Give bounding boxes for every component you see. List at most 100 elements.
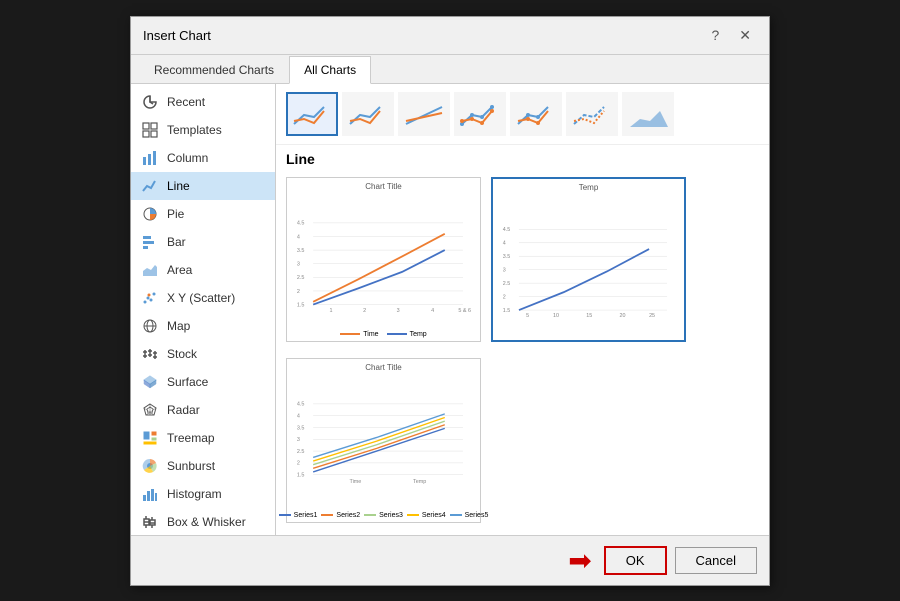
chart-preview-2[interactable]: Temp 4.5 4 3.5 3 2.5 2 1.5 [491, 177, 686, 342]
svg-text:15: 15 [586, 313, 592, 319]
svg-text:2: 2 [297, 460, 300, 466]
chart3-title: Chart Title [287, 359, 480, 374]
chart3-legend: Series1 Series2 Series3 Series4 Series5 [287, 510, 480, 522]
title-bar-controls: ? ✕ [705, 25, 757, 46]
bar-icon [141, 233, 159, 251]
sidebar-label-map: Map [167, 319, 190, 333]
sidebar-item-sunburst[interactable]: Sunburst [131, 452, 275, 480]
svg-text:5: 5 [526, 313, 529, 319]
svg-text:4: 4 [431, 307, 434, 313]
sidebar-label-recent: Recent [167, 95, 205, 109]
dialog-title-area: Insert Chart [143, 28, 211, 43]
dialog-title: Insert Chart [143, 28, 211, 43]
sidebar-item-scatter[interactable]: X Y (Scatter) [131, 284, 275, 312]
sidebar-label-pie: Pie [167, 207, 184, 221]
subtype-line-3[interactable] [398, 92, 450, 136]
svg-text:1: 1 [329, 307, 332, 313]
help-button[interactable]: ? [705, 25, 725, 46]
sidebar-label-column: Column [167, 151, 208, 165]
svg-text:2: 2 [297, 288, 300, 294]
subtype-line-5[interactable] [510, 92, 562, 136]
sidebar-label-box: Box & Whisker [167, 515, 246, 529]
sidebar-label-templates: Templates [167, 123, 222, 137]
subtype-line-7[interactable] [622, 92, 674, 136]
pie-icon [141, 205, 159, 223]
chart1-title: Chart Title [287, 178, 480, 193]
svg-text:2: 2 [363, 307, 366, 313]
tab-recommended[interactable]: Recommended Charts [139, 56, 289, 84]
svg-text:20: 20 [619, 313, 625, 319]
sidebar-item-stock[interactable]: Stock [131, 340, 275, 368]
treemap-icon [141, 429, 159, 447]
svg-text:10: 10 [553, 313, 559, 319]
chart-preview-3[interactable]: Chart Title 4.5 4 3.5 3 2.5 2 1.5 [286, 358, 481, 523]
sidebar-item-recent[interactable]: Recent [131, 88, 275, 116]
sidebar-item-line[interactable]: Line [131, 172, 275, 200]
tab-all-charts[interactable]: All Charts [289, 56, 371, 84]
sunburst-icon [141, 457, 159, 475]
sidebar-item-surface[interactable]: Surface [131, 368, 275, 396]
sidebar-item-bar[interactable]: Bar [131, 228, 275, 256]
svg-text:2: 2 [503, 294, 506, 300]
svg-text:2.5: 2.5 [297, 275, 305, 281]
sidebar-label-surface: Surface [167, 375, 208, 389]
sidebar-label-area: Area [167, 263, 192, 277]
scatter-icon [141, 289, 159, 307]
column-icon [141, 149, 159, 167]
svg-text:Time: Time [349, 478, 361, 484]
subtype-line-4[interactable] [454, 92, 506, 136]
sidebar-label-stock: Stock [167, 347, 197, 361]
sidebar-label-bar: Bar [167, 235, 186, 249]
svg-text:3: 3 [297, 261, 300, 267]
svg-text:3: 3 [397, 307, 400, 313]
tabs-bar: Recommended Charts All Charts [131, 55, 769, 84]
svg-text:Temp: Temp [413, 478, 426, 484]
svg-text:25: 25 [649, 313, 655, 319]
sidebar-item-column[interactable]: Column [131, 144, 275, 172]
sidebar-label-radar: Radar [167, 403, 200, 417]
svg-text:4.5: 4.5 [503, 227, 510, 233]
dialog-footer: ➡ OK Cancel [131, 535, 769, 585]
sidebar-label-histogram: Histogram [167, 487, 222, 501]
ok-button[interactable]: OK [604, 546, 667, 575]
histogram-icon [141, 485, 159, 503]
svg-text:5 & 6: 5 & 6 [458, 307, 471, 313]
legend-temp: Temp [387, 331, 427, 338]
arrow-indicator: ➡ [568, 544, 591, 577]
sidebar-label-treemap: Treemap [167, 431, 215, 445]
charts-grid: Chart Title 4.5 4 3.5 3 2.5 2 1.5 [276, 171, 769, 535]
svg-text:2.5: 2.5 [297, 448, 305, 454]
sidebar-item-treemap[interactable]: Treemap [131, 424, 275, 452]
svg-text:1.5: 1.5 [297, 472, 305, 478]
recent-icon [141, 93, 159, 111]
chart1-legend: Time Temp [287, 329, 480, 341]
title-bar: Insert Chart ? ✕ [131, 17, 769, 55]
sidebar-item-pie[interactable]: Pie [131, 200, 275, 228]
box-icon [141, 513, 159, 531]
subtype-line-1[interactable] [286, 92, 338, 136]
sidebar-item-box[interactable]: Box & Whisker [131, 508, 275, 535]
radar-icon [141, 401, 159, 419]
main-panel: Line Chart Title 4.5 4 3.5 3 2.5 2 1.5 [276, 84, 769, 535]
sidebar-item-templates[interactable]: Templates [131, 116, 275, 144]
surface-icon [141, 373, 159, 391]
svg-text:1.5: 1.5 [297, 302, 305, 308]
map-icon [141, 317, 159, 335]
chart-preview-1[interactable]: Chart Title 4.5 4 3.5 3 2.5 2 1.5 [286, 177, 481, 342]
sidebar-item-map[interactable]: Map [131, 312, 275, 340]
sidebar-label-line: Line [167, 179, 190, 193]
close-button[interactable]: ✕ [733, 25, 757, 46]
chart-type-sidebar: Recent Templates Column [131, 84, 276, 535]
legend-time: Time [340, 331, 378, 338]
sidebar-item-area[interactable]: Area [131, 256, 275, 284]
chart2-title: Temp [493, 179, 684, 194]
chart-subtypes-row [276, 84, 769, 145]
cancel-button[interactable]: Cancel [675, 547, 757, 574]
sidebar-item-histogram[interactable]: Histogram [131, 480, 275, 508]
svg-text:2.5: 2.5 [503, 280, 510, 286]
svg-text:3.5: 3.5 [503, 254, 510, 260]
sidebar-item-radar[interactable]: Radar [131, 396, 275, 424]
subtype-line-2[interactable] [342, 92, 394, 136]
svg-text:3.5: 3.5 [297, 425, 305, 431]
subtype-line-6[interactable] [566, 92, 618, 136]
